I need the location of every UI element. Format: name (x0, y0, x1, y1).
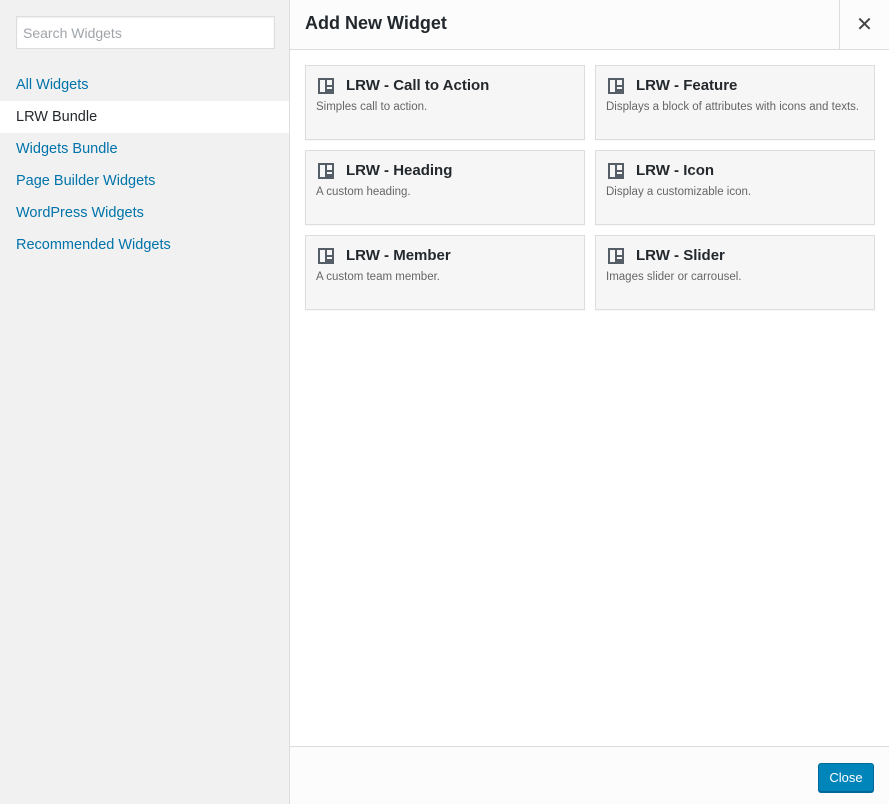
widget-title: LRW - Call to Action (346, 77, 490, 94)
widget-description: A custom heading. (316, 186, 411, 198)
widget-layout-icon (608, 248, 624, 264)
widget-card-feature[interactable]: LRW - Feature Displays a block of attrib… (595, 65, 875, 140)
widget-description: Simples call to action. (316, 101, 428, 113)
dialog-header: Add New Widget ✕ (290, 0, 889, 50)
widget-description: Images slider or carrousel. (606, 271, 742, 283)
widget-title: LRW - Icon (636, 162, 715, 179)
widget-title: LRW - Feature (636, 77, 738, 94)
close-button[interactable]: Close (818, 763, 874, 792)
dialog-title: Add New Widget (305, 13, 447, 33)
sidebar-item-widgets-bundle[interactable]: Widgets Bundle (0, 133, 289, 165)
search-input[interactable] (16, 16, 275, 49)
sidebar-nav: All Widgets LRW Bundle Widgets Bundle Pa… (0, 69, 289, 261)
sidebar-item-recommended-widgets[interactable]: Recommended Widgets (0, 229, 289, 261)
sidebar-item-wordpress-widgets[interactable]: WordPress Widgets (0, 197, 289, 229)
search-wrapper (16, 16, 275, 49)
widget-description: Displays a block of attributes with icon… (606, 101, 860, 113)
sidebar-item-page-builder-widgets[interactable]: Page Builder Widgets (0, 165, 289, 197)
widget-card-call-to-action[interactable]: LRW - Call to Action Simples call to act… (305, 65, 585, 140)
widget-title: LRW - Heading (346, 162, 453, 179)
widget-layout-icon (318, 248, 334, 264)
widget-card-icon[interactable]: LRW - Icon Display a customizable icon. (595, 150, 875, 225)
widget-list: LRW - Call to Action Simples call to act… (290, 50, 889, 746)
main-panel: Add New Widget ✕ LRW - Call to Action Si… (290, 0, 889, 804)
sidebar-item-all-widgets[interactable]: All Widgets (0, 69, 289, 101)
widget-description: Display a customizable icon. (606, 186, 752, 198)
widget-card-slider[interactable]: LRW - Slider Images slider or carrousel. (595, 235, 875, 310)
widget-layout-icon (608, 163, 624, 179)
close-icon[interactable]: ✕ (839, 0, 889, 49)
widget-layout-icon (318, 163, 334, 179)
sidebar: All Widgets LRW Bundle Widgets Bundle Pa… (0, 0, 290, 804)
widget-card-heading[interactable]: LRW - Heading A custom heading. (305, 150, 585, 225)
widget-title: LRW - Slider (636, 247, 725, 264)
widget-title: LRW - Member (346, 247, 451, 264)
widget-description: A custom team member. (316, 271, 440, 283)
dialog-footer: Close (290, 746, 889, 804)
widget-card-member[interactable]: LRW - Member A custom team member. (305, 235, 585, 310)
sidebar-item-lrw-bundle[interactable]: LRW Bundle (0, 101, 289, 133)
widget-layout-icon (318, 78, 334, 94)
widget-layout-icon (608, 78, 624, 94)
